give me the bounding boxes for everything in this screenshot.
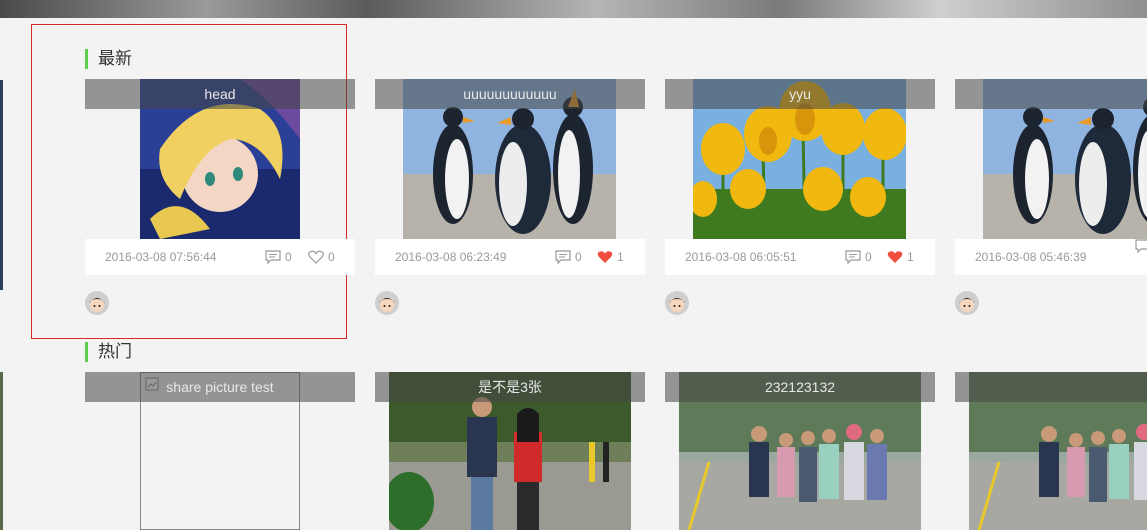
heart-outline-icon <box>308 250 324 264</box>
post-card[interactable] <box>955 372 1147 530</box>
left-edge-strip <box>0 80 3 290</box>
card-title[interactable]: yyu <box>665 79 935 109</box>
card-meta: 2016-03-08 06:05:51 0 1 <box>665 239 935 275</box>
comment-icon <box>845 250 861 264</box>
card-title[interactable]: share picture test <box>85 372 355 402</box>
avatar[interactable] <box>665 291 689 315</box>
comment-icon <box>555 250 571 264</box>
comment-icon <box>1135 239 1147 253</box>
comment-count[interactable]: 0 <box>845 239 872 275</box>
avatar[interactable] <box>955 291 979 315</box>
section-title-latest: 最新 <box>85 49 132 69</box>
card-title[interactable] <box>955 79 1147 109</box>
card-title[interactable]: head <box>85 79 355 109</box>
avatar[interactable] <box>85 291 109 315</box>
like-button[interactable]: 1 <box>887 239 914 275</box>
comment-count[interactable]: 0 <box>265 239 292 275</box>
avatar[interactable] <box>375 291 399 315</box>
card-title[interactable] <box>955 372 1147 402</box>
left-edge-strip <box>0 372 3 530</box>
top-banner <box>0 0 1147 18</box>
post-date: 2016-03-08 06:05:51 <box>685 250 797 264</box>
like-button[interactable]: 1 <box>597 239 624 275</box>
post-date: 2016-03-08 07:56:44 <box>105 250 217 264</box>
section-title-hot: 热门 <box>85 342 132 362</box>
card-title[interactable]: uuuuuuuuuuuu <box>375 79 645 109</box>
post-card[interactable]: 2016-03-08 05:46:39 <box>955 79 1147 319</box>
heart-filled-icon <box>887 251 903 263</box>
comment-icon <box>265 250 281 264</box>
card-meta: 2016-03-08 05:46:39 <box>955 239 1147 275</box>
post-date: 2016-03-08 06:23:49 <box>395 250 507 264</box>
card-title[interactable]: 是不是3张 <box>375 372 645 402</box>
heart-filled-icon <box>597 251 613 263</box>
card-meta: 2016-03-08 07:56:44 0 0 <box>85 239 355 275</box>
card-meta: 2016-03-08 06:23:49 0 1 <box>375 239 645 275</box>
like-button[interactable]: 0 <box>308 239 335 275</box>
post-date: 2016-03-08 05:46:39 <box>975 250 1087 264</box>
card-title[interactable]: 232123132 <box>665 372 935 402</box>
comment-count[interactable] <box>1135 239 1147 253</box>
comment-count[interactable]: 0 <box>555 239 582 275</box>
